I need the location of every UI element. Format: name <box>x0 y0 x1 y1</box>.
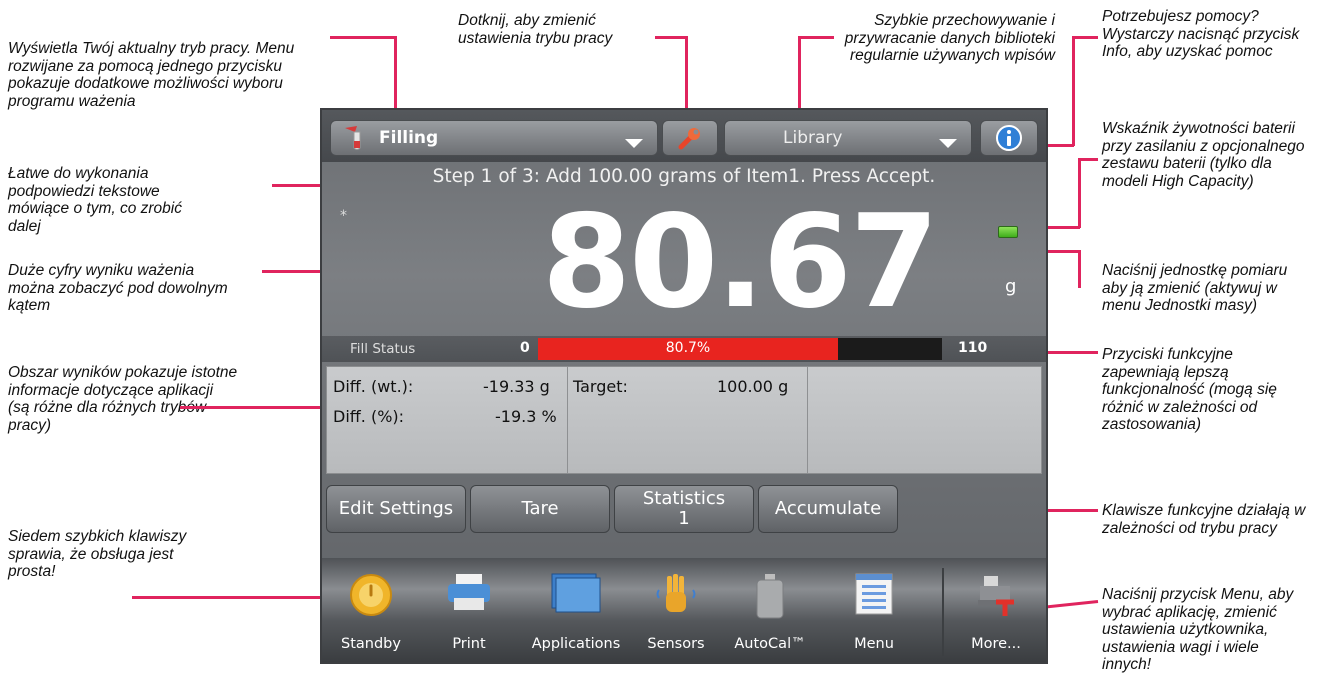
edit-settings-button[interactable]: Edit Settings <box>326 485 466 533</box>
fill-status-percent: 80.7% <box>665 340 711 356</box>
top-bar: Filling Library <box>322 110 1046 162</box>
callout-line <box>798 36 834 39</box>
weight-readout: 80.67 <box>542 188 939 337</box>
settings-button[interactable] <box>662 120 718 156</box>
balance-screen: Filling Library Step 1 of 3: Add 100.00 … <box>320 108 1048 664</box>
edit-settings-label: Edit Settings <box>338 498 454 519</box>
annotation-function-buttons: Przyciski funkcyjne zapewniają lepszą fu… <box>1102 346 1277 433</box>
library-dropdown[interactable]: Library <box>724 120 972 156</box>
accumulate-button[interactable]: Accumulate <box>758 485 898 533</box>
annotation-quick-keys: Siedem szybkich klawiszy sprawia, że obs… <box>8 528 187 580</box>
print-button[interactable]: Print <box>420 558 518 662</box>
more-tools-icon <box>978 576 1014 616</box>
menu-list-icon <box>855 573 893 615</box>
applications-button[interactable]: Applications <box>518 558 634 662</box>
info-icon <box>996 125 1022 151</box>
fill-status-bar: 80.7% <box>538 338 942 360</box>
annotation-mode: Wyświetla Twój aktualny tryb pracy. Menu… <box>8 40 295 110</box>
annotation-library: Szybkie przechowywanie i przywracanie da… <box>844 12 1055 64</box>
menu-label: Menu <box>854 636 894 652</box>
results-area: Diff. (wt.): -19.33 g Diff. (%): -19.3 %… <box>326 366 1042 474</box>
callout-line <box>132 596 348 599</box>
target-value: 100.00 g <box>717 377 789 396</box>
standby-icon <box>350 574 392 616</box>
statistics-button[interactable]: Statistics 1 <box>614 485 754 533</box>
wrench-icon <box>678 128 700 150</box>
annotation-prompt: Łatwe do wykonania podpowiedzi tekstowe … <box>8 165 182 235</box>
fill-status-max: 110 <box>958 340 988 356</box>
callout-line <box>655 36 687 39</box>
battery-icon <box>998 226 1018 238</box>
annotation-results: Obszar wyników pokazuje istotne informac… <box>8 364 238 434</box>
diff-wt-label: Diff. (wt.): <box>333 377 414 396</box>
standby-label: Standby <box>341 636 401 652</box>
callout-line <box>1078 158 1098 161</box>
annotation-settings: Dotknij, aby zmienić ustawienia trybu pr… <box>458 12 613 47</box>
calibration-weight-icon <box>756 574 784 619</box>
callout-line <box>1046 144 1074 147</box>
diff-pct-value: -19.3 % <box>495 407 557 426</box>
fill-status-min: 0 <box>520 340 530 356</box>
chevron-down-icon <box>625 139 643 148</box>
unit-button[interactable]: g <box>1005 276 1016 297</box>
annotation-battery: Wskaźnik żywotności baterii przy zasilan… <box>1102 120 1305 190</box>
diff-wt-value: -19.33 g <box>483 377 550 396</box>
callout-line <box>1072 36 1098 39</box>
more-label: More... <box>971 636 1021 652</box>
more-button[interactable]: More... <box>946 558 1046 662</box>
tare-label: Tare <box>521 498 559 519</box>
callout-line <box>1078 250 1081 288</box>
menu-button[interactable]: Menu <box>822 558 926 662</box>
callout-line <box>1078 158 1081 228</box>
filling-icon <box>345 126 361 150</box>
autocal-label: AutoCal™ <box>734 636 806 652</box>
instruction-prompt: Step 1 of 3: Add 100.00 grams of Item1. … <box>432 166 936 187</box>
fill-status-label: Fill Status <box>350 341 416 357</box>
print-label: Print <box>452 636 486 652</box>
hand-sensor-icon <box>656 574 696 612</box>
callout-line <box>330 36 396 39</box>
stability-indicator: * <box>340 208 347 224</box>
info-button[interactable] <box>980 120 1038 156</box>
annotation-function-keys: Klawisze funkcyjne działają w zależności… <box>1102 502 1306 537</box>
target-label: Target: <box>573 377 628 396</box>
printer-icon <box>448 574 490 610</box>
annotation-help: Potrzebujesz pomocy? Wystarczy nacisnąć … <box>1102 8 1300 60</box>
mode-label: Filling <box>379 128 439 148</box>
callout-line <box>1072 36 1075 146</box>
tare-button[interactable]: Tare <box>470 485 610 533</box>
library-label: Library <box>783 128 843 148</box>
dock-divider <box>942 568 944 656</box>
annotation-digits: Duże cyfry wyniku ważenia można zobaczyć… <box>8 262 228 314</box>
fill-status-row: Fill Status 0 80.7% 110 <box>322 336 1046 362</box>
statistics-label: Statistics <box>642 488 726 509</box>
accumulate-label: Accumulate <box>774 498 882 519</box>
chevron-down-icon <box>939 139 957 148</box>
mode-dropdown[interactable]: Filling <box>330 120 658 156</box>
standby-button[interactable]: Standby <box>322 558 420 662</box>
applications-icon <box>551 573 601 613</box>
sensors-label: Sensors <box>647 636 705 652</box>
applications-label: Applications <box>531 636 621 652</box>
annotation-menu: Naciśnij przycisk Menu, aby wybrać aplik… <box>1102 586 1294 673</box>
quick-keys-dock: Standby Print Applications Sensors AutoC… <box>322 558 1046 662</box>
sensors-button[interactable]: Sensors <box>634 558 718 662</box>
autocal-button[interactable]: AutoCal™ <box>718 558 822 662</box>
annotation-unit: Naciśnij jednostkę pomiaru aby ją zmieni… <box>1102 262 1288 314</box>
statistics-count: 1 <box>678 508 690 529</box>
diff-pct-label: Diff. (%): <box>333 407 405 426</box>
